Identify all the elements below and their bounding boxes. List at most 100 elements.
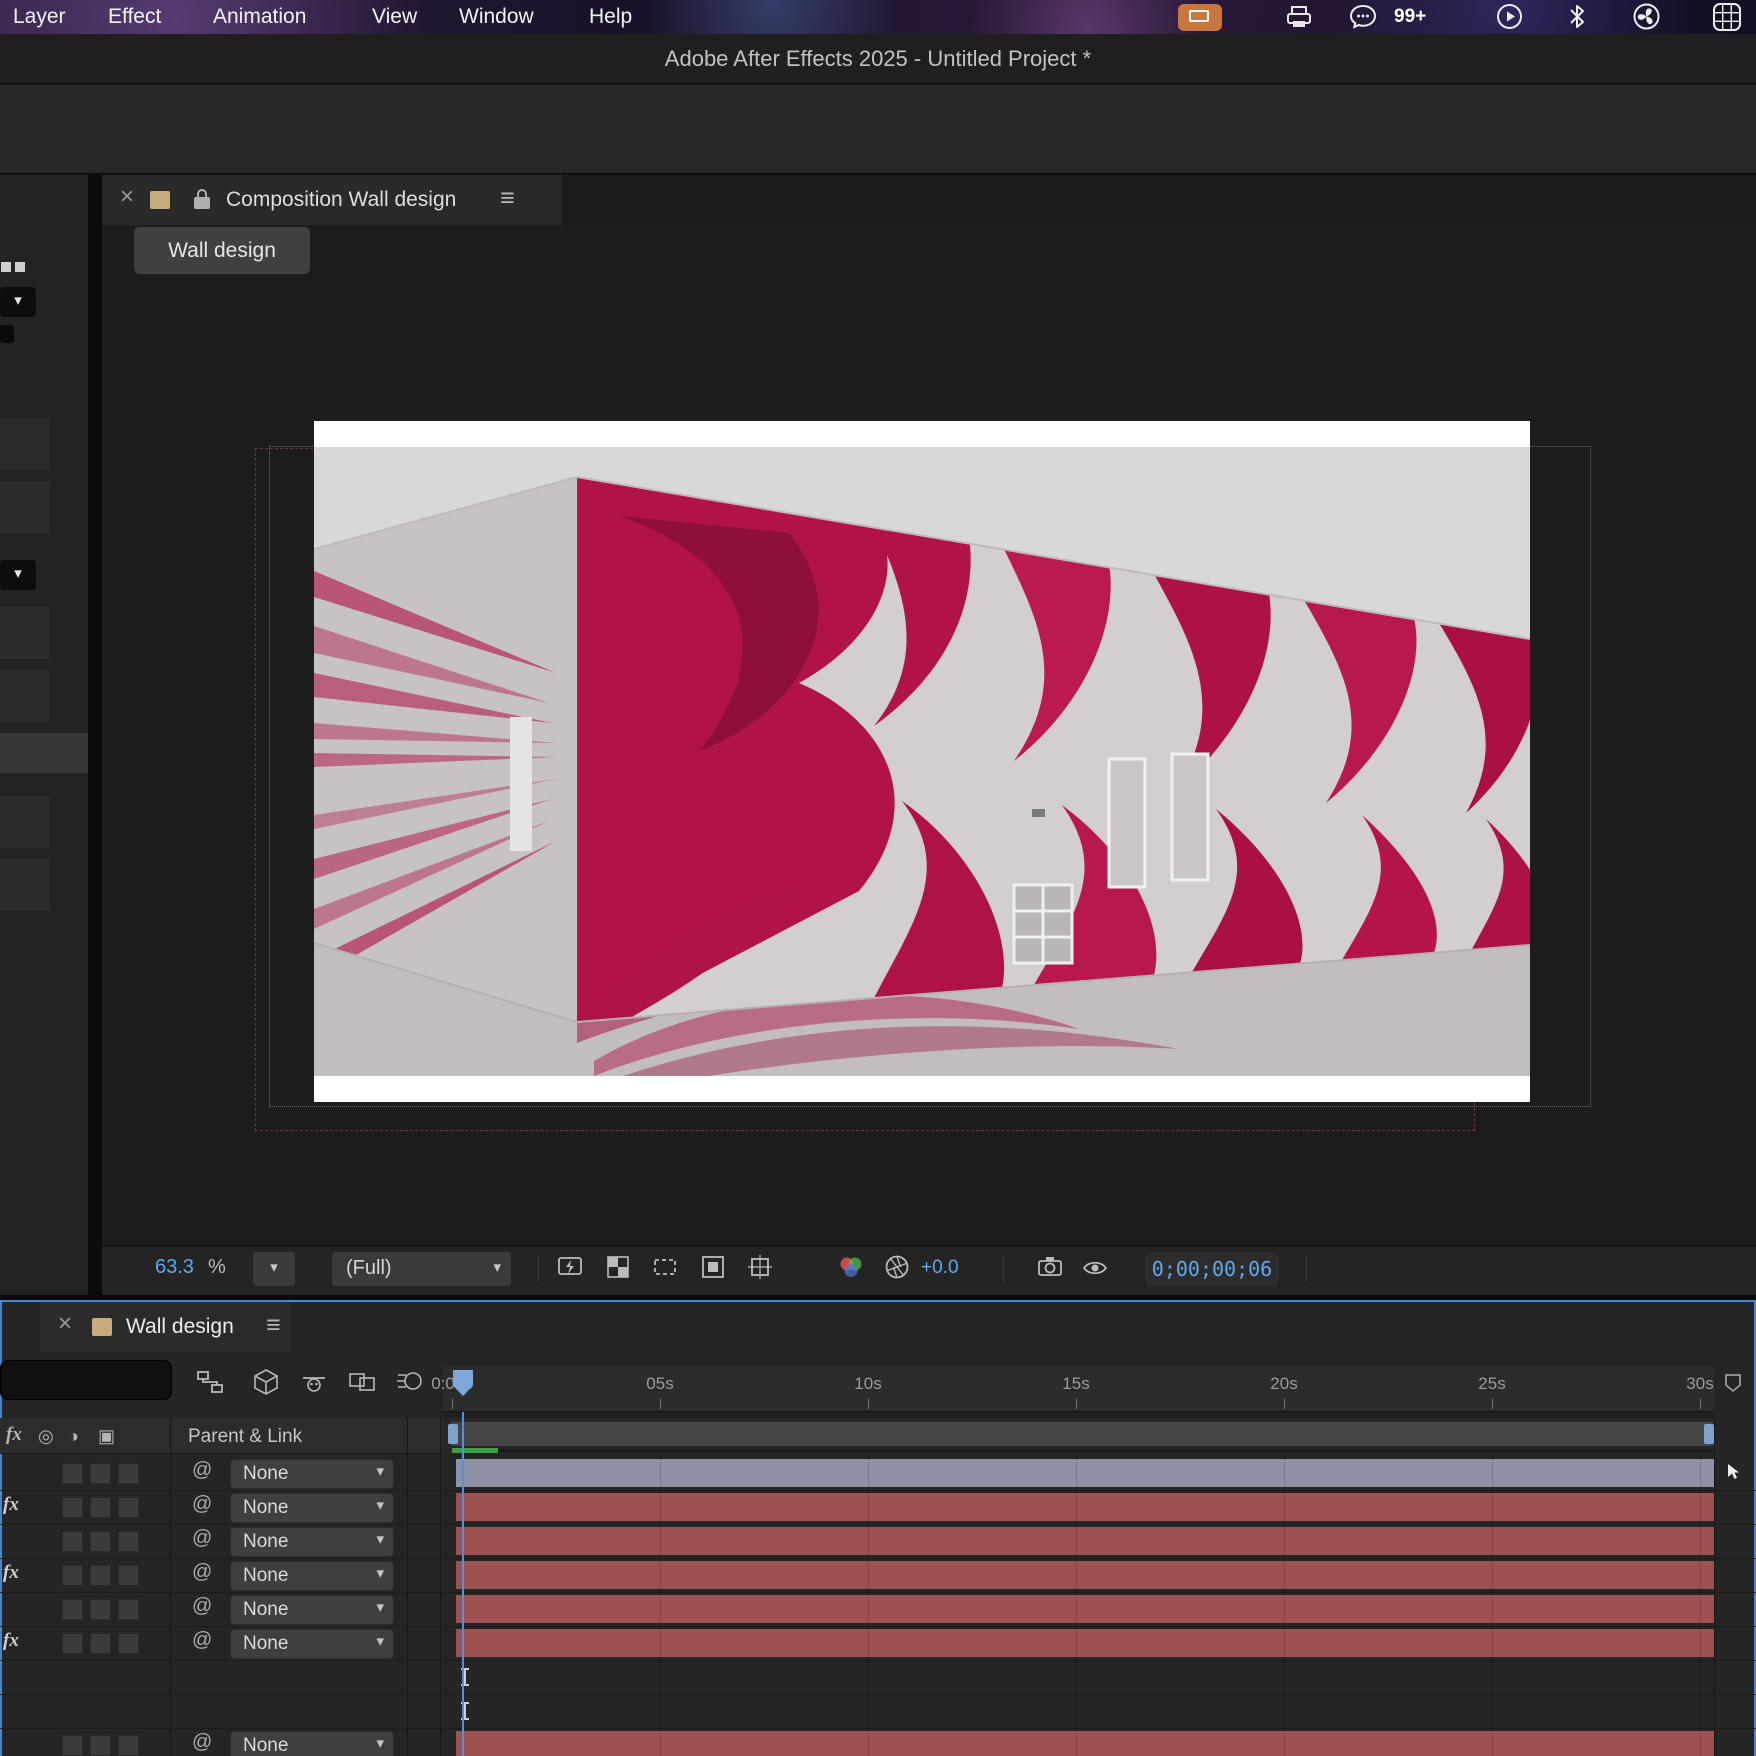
layer-duration-bar[interactable] — [456, 1731, 1714, 1756]
panel-pill — [0, 325, 14, 343]
chat-icon[interactable] — [1348, 4, 1378, 30]
layer-duration-bar[interactable] — [456, 1493, 1714, 1521]
layer-switch[interactable] — [118, 1735, 139, 1756]
layer-switch[interactable] — [90, 1497, 111, 1518]
menu-layer[interactable]: Layer — [13, 0, 66, 33]
comp-name-chip[interactable]: Wall design — [134, 227, 310, 274]
pickwhip-icon[interactable]: @ — [192, 1459, 212, 1482]
parent-link-dropdown[interactable]: None ▾ — [230, 1459, 394, 1489]
pickwhip-icon[interactable]: @ — [192, 1493, 212, 1516]
printer-icon[interactable] — [1286, 6, 1312, 28]
parent-link-dropdown[interactable]: None ▾ — [230, 1493, 394, 1523]
menu-animation[interactable]: Animation — [213, 0, 306, 33]
composition-viewport[interactable] — [314, 421, 1530, 1102]
layer-switch[interactable] — [118, 1565, 139, 1586]
layer-switch[interactable] — [62, 1531, 83, 1552]
region-of-interest-icon[interactable] — [652, 1254, 678, 1280]
layer-switch[interactable] — [90, 1531, 111, 1552]
resolution-dropdown[interactable]: (Full) ▾ — [332, 1252, 511, 1286]
layer-switch[interactable] — [90, 1735, 111, 1756]
mask-visibility-icon[interactable] — [700, 1254, 726, 1280]
launchpad-grid-icon[interactable] — [1712, 2, 1742, 32]
text-cursor-icon[interactable] — [459, 1701, 471, 1721]
layer-switch[interactable] — [62, 1463, 83, 1484]
fx-column-icon[interactable]: fx — [6, 1424, 22, 1446]
layer-switch[interactable] — [62, 1565, 83, 1586]
layer-switch[interactable] — [62, 1497, 83, 1518]
layer-switch[interactable] — [118, 1463, 139, 1484]
timeline-search-input[interactable] — [0, 1360, 172, 1400]
close-icon[interactable]: × — [120, 183, 134, 211]
exposure-icon[interactable] — [884, 1254, 910, 1280]
menu-effect[interactable]: Effect — [108, 0, 161, 33]
pickwhip-icon[interactable]: @ — [192, 1527, 212, 1550]
parent-link-dropdown[interactable]: None ▾ — [230, 1731, 394, 1756]
motion-blur-icon[interactable] — [396, 1368, 424, 1396]
grid-guides-icon[interactable] — [747, 1254, 773, 1280]
bluetooth-icon[interactable] — [1564, 3, 1590, 30]
pickwhip-icon[interactable]: @ — [192, 1595, 212, 1618]
layer-duration-bar[interactable] — [456, 1561, 1714, 1589]
layer-switch[interactable] — [118, 1531, 139, 1552]
work-area-end-handle[interactable] — [1704, 1424, 1714, 1444]
parent-link-dropdown[interactable]: None ▾ — [230, 1527, 394, 1557]
layer-switch[interactable] — [62, 1633, 83, 1654]
text-cursor-icon[interactable] — [459, 1667, 471, 1687]
pickwhip-icon[interactable]: @ — [192, 1561, 212, 1584]
threed-column-icon[interactable]: ▣ — [98, 1426, 115, 1447]
snapshot-camera-icon[interactable] — [1037, 1254, 1063, 1280]
menu-help[interactable]: Help — [589, 0, 632, 33]
panel-menu-icon[interactable]: ≡ — [266, 1311, 281, 1340]
channel-rgb-icon[interactable] — [837, 1254, 865, 1280]
play-circle-icon[interactable] — [1496, 3, 1523, 30]
comp-tab-title[interactable]: Composition Wall design — [226, 188, 456, 212]
playhead-line[interactable] — [462, 1412, 464, 1756]
frame-blending-icon[interactable] — [348, 1368, 376, 1396]
show-snapshot-icon[interactable] — [1082, 1254, 1108, 1280]
layer-switch[interactable] — [62, 1735, 83, 1756]
layer-duration-bar[interactable] — [456, 1595, 1714, 1623]
panel-row-selected[interactable] — [0, 733, 88, 773]
fan-icon[interactable] — [1632, 2, 1661, 31]
layer-duration-bar[interactable] — [456, 1459, 1714, 1487]
work-area-start-handle[interactable] — [448, 1424, 458, 1444]
parent-link-dropdown[interactable]: None ▾ — [230, 1629, 394, 1659]
close-icon[interactable]: × — [58, 1310, 72, 1338]
panel-menu-icon[interactable]: ≡ — [500, 184, 515, 213]
layer-switch[interactable] — [62, 1599, 83, 1620]
layer-switch[interactable] — [118, 1599, 139, 1620]
parent-link-header[interactable]: Parent & Link — [188, 1426, 302, 1448]
pickwhip-icon[interactable]: @ — [192, 1731, 212, 1754]
shy-layers-icon[interactable] — [300, 1368, 328, 1396]
timeline-tab-title[interactable]: Wall design — [126, 1315, 234, 1339]
transparency-grid-icon[interactable] — [605, 1254, 631, 1280]
collapsed-dropdown[interactable]: ▾ — [0, 287, 36, 317]
layer-switch[interactable] — [90, 1599, 111, 1620]
comp-mini-flowchart-icon[interactable] — [196, 1368, 224, 1396]
layer-switch[interactable] — [118, 1497, 139, 1518]
layer-switch[interactable] — [90, 1463, 111, 1484]
screen-share-icon[interactable] — [1178, 4, 1222, 31]
menu-view[interactable]: View — [372, 0, 417, 33]
pickwhip-icon[interactable]: @ — [192, 1629, 212, 1652]
layer-switch[interactable] — [118, 1633, 139, 1654]
parent-link-dropdown[interactable]: None ▾ — [230, 1595, 394, 1625]
menu-window[interactable]: Window — [459, 0, 534, 33]
blend-column-icon[interactable]: ◎ — [38, 1426, 54, 1447]
layer-switch[interactable] — [90, 1633, 111, 1654]
marker-bin-icon[interactable] — [1722, 1372, 1744, 1394]
zoom-value[interactable]: 63.3 — [155, 1256, 194, 1279]
work-area-bar[interactable] — [450, 1422, 1714, 1446]
layer-duration-bar[interactable] — [456, 1527, 1714, 1555]
fast-previews-icon[interactable] — [557, 1254, 583, 1280]
zoom-dropdown[interactable]: ▾ — [253, 1252, 295, 1286]
timecode-display[interactable]: 0;00;00;06 — [1146, 1252, 1278, 1286]
layer-duration-bar[interactable] — [456, 1629, 1714, 1657]
ruler-label: 05s — [646, 1374, 673, 1394]
parent-link-dropdown[interactable]: None ▾ — [230, 1561, 394, 1591]
draft-3d-icon[interactable] — [252, 1368, 280, 1396]
exposure-value[interactable]: +0.0 — [921, 1257, 959, 1279]
trackmatte-column-icon[interactable]: ◑ — [68, 1426, 79, 1447]
layer-switch[interactable] — [90, 1565, 111, 1586]
collapsed-dropdown[interactable]: ▾ — [0, 560, 36, 590]
